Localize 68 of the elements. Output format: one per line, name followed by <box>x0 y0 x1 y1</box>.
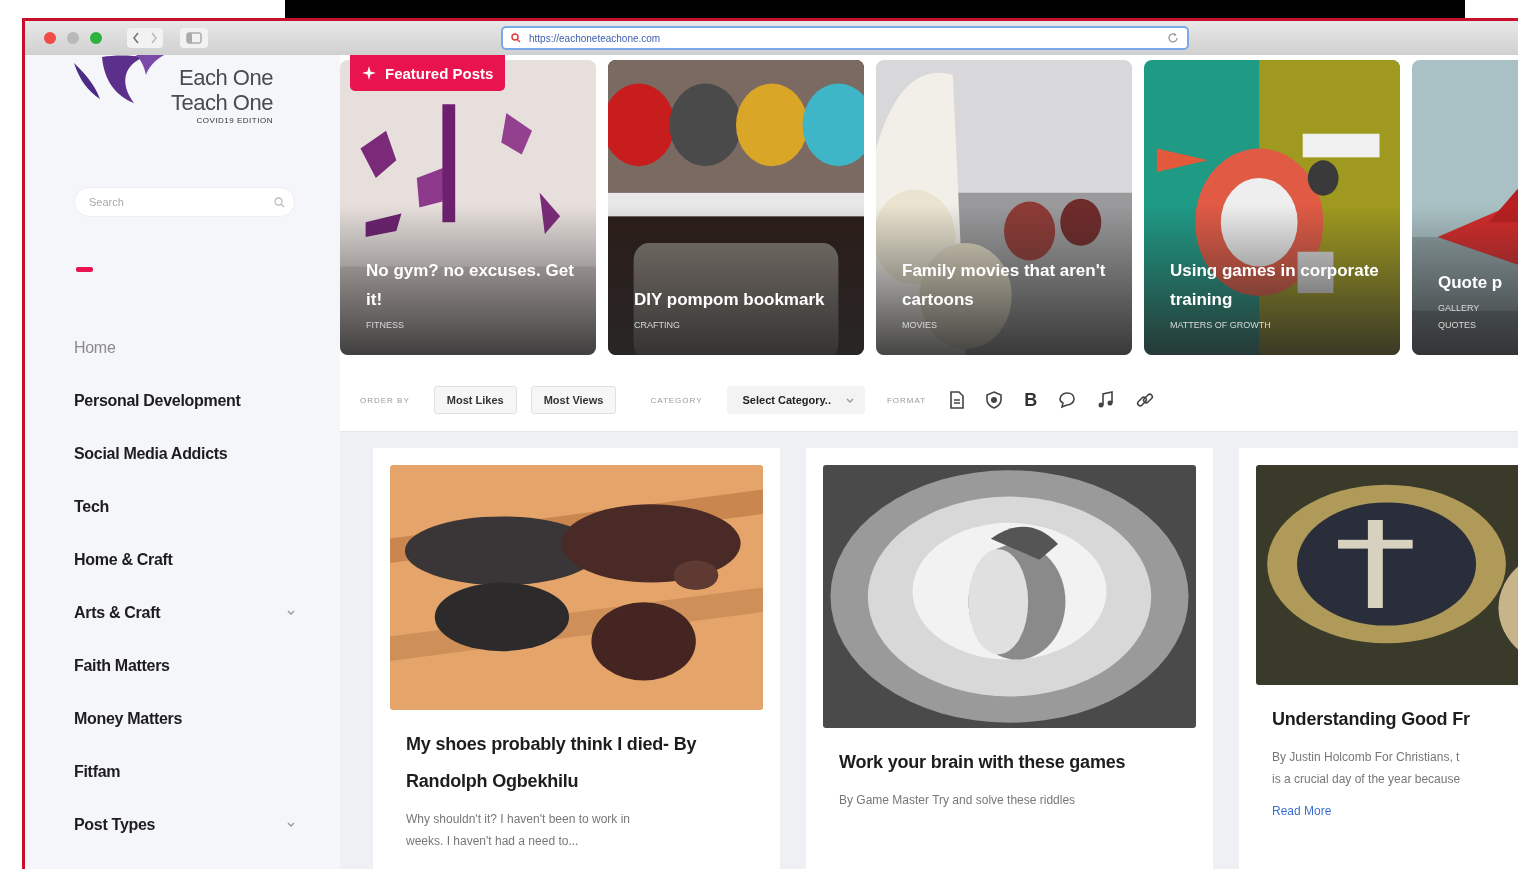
format-button[interactable] <box>1136 391 1155 409</box>
post-excerpt: Why shouldn't it? I haven't been to work in <box>406 811 632 828</box>
sidebar-toggle-button[interactable] <box>180 28 208 48</box>
logo-text: Each One <box>179 65 273 90</box>
search-icon <box>274 197 285 208</box>
post-title: My shoes probably think I died- By Randolph Ogbekhilu <box>406 733 698 793</box>
chat-icon <box>1058 391 1077 409</box>
category-select[interactable]: Select Category.. <box>726 386 865 414</box>
badge-label: Featured Posts <box>385 64 494 82</box>
filter-label: ORDER BY <box>360 395 410 405</box>
featured-title: DIY pompom bookmark <box>634 289 826 311</box>
search-field[interactable]: Search <box>74 187 295 217</box>
filter-label: CATEGORY <box>650 395 703 405</box>
featured-category: QUOTES <box>1438 319 1477 331</box>
featured-title: Using games in corporate training <box>1170 260 1380 311</box>
sort-button[interactable]: Most Views <box>530 386 617 414</box>
logo-subtitle: COVID19 EDITION <box>196 115 273 127</box>
menu-item[interactable]: Fitfam <box>74 745 296 798</box>
format-button[interactable] <box>985 391 1004 409</box>
featured-category: MOVIES <box>902 319 938 331</box>
featured-title: No gym? no excuses. Get it! <box>366 260 575 311</box>
back-icon <box>132 32 140 44</box>
menu-item[interactable]: Faith Matters <box>74 639 296 692</box>
post-excerpt: By Justin Holcomb For Christians, t <box>1272 749 1461 766</box>
post-title: Work your brain with these games <box>839 751 1127 774</box>
featured-category: MATTERS OF GROWTH <box>1170 319 1272 331</box>
menu-item[interactable]: Arts & Craft <box>74 586 296 639</box>
sidebar-icon <box>186 32 202 44</box>
back-button[interactable] <box>132 32 140 44</box>
post-excerpt: By Game Master Try and solve these riddles <box>839 792 1077 809</box>
shield-icon <box>985 391 1004 409</box>
post-card[interactable]: Work your brain with these games By Game Master Try and solve these riddles <box>806 448 1213 869</box>
post-excerpt: is a crucial day of the year because <box>1272 771 1462 788</box>
featured-category: GALLERY <box>1438 302 1481 314</box>
menu-item[interactable]: Social Media Addicts <box>74 427 296 480</box>
music-note-icon <box>1097 391 1116 409</box>
reload-icon <box>1167 32 1179 44</box>
logo-text: Teach One <box>171 90 273 115</box>
format-button[interactable] <box>950 391 965 409</box>
post-card[interactable]: My shoes probably think I died- By Randolph Ogbekhilu Why shouldn't it? I haven't been to work in weeks. I haven't had a need to... <box>373 448 780 869</box>
menu-item[interactable]: Home & Craft <box>74 533 296 586</box>
filter-label: FORMAT <box>887 395 927 405</box>
menu-item[interactable]: Post Types <box>74 798 296 851</box>
post-title: Understanding Good Fr <box>1272 708 1471 731</box>
menu-item[interactable]: Personal Development <box>74 374 296 427</box>
close-button[interactable] <box>44 32 56 44</box>
format-button[interactable]: B <box>1024 390 1038 410</box>
address-field[interactable]: https://eachoneteachone.com <box>501 26 1189 50</box>
sort-button[interactable]: Most Likes <box>433 386 517 414</box>
featured-category: FITNESS <box>366 319 405 331</box>
document-icon <box>950 391 965 409</box>
read-more-link[interactable]: Read More <box>1272 804 1332 818</box>
link-icon <box>1136 391 1155 409</box>
search-icon <box>511 33 521 43</box>
url-text: https://eachoneteachone.com <box>529 32 662 44</box>
sparkle-icon <box>362 66 376 80</box>
featured-category: CRAFTING <box>634 319 681 331</box>
format-button[interactable] <box>1097 391 1116 409</box>
format-button[interactable] <box>1058 391 1077 409</box>
post-card[interactable]: Understanding Good Fr By Justin Holcomb For Christians, t is a crucial day of the year because Read More <box>1239 448 1518 869</box>
menu-item[interactable]: Money Matters <box>74 692 296 745</box>
forward-icon <box>150 32 158 44</box>
zoom-button[interactable] <box>90 32 102 44</box>
accent-dash <box>76 267 93 272</box>
featured-title: Family movies that aren't cartoons <box>902 260 1107 311</box>
menu-item[interactable]: Tech <box>74 480 296 533</box>
post-excerpt: weeks. I haven't had a need to... <box>406 833 580 850</box>
featured-title: Quote p <box>1438 272 1504 294</box>
